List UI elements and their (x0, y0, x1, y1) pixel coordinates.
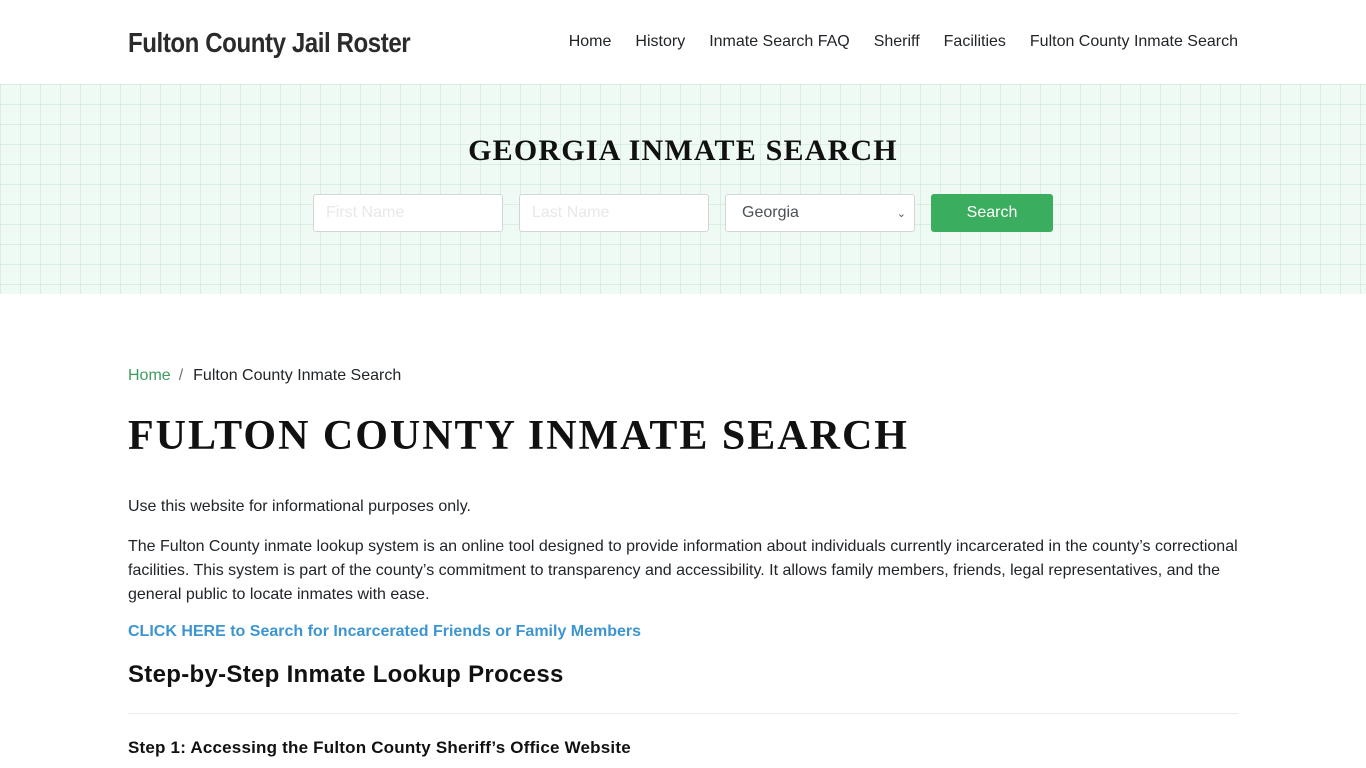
nav-home[interactable]: Home (569, 33, 612, 51)
chevron-down-icon: ⌄ (896, 207, 906, 220)
breadcrumb-separator: / (178, 367, 184, 384)
section-title: Step-by-Step Inmate Lookup Process (128, 661, 564, 689)
inmate-search-form: Georgia ⌄ Search (313, 194, 1053, 232)
breadcrumb-home[interactable]: Home (128, 367, 171, 385)
last-name-input[interactable] (519, 194, 709, 232)
search-button[interactable]: Search (931, 194, 1053, 232)
page-title: FULTON COUNTY INMATE SEARCH (128, 413, 909, 459)
disclaimer-text: Use this website for informational purpo… (128, 498, 471, 516)
site-logo[interactable]: Fulton County Jail Roster (128, 27, 411, 59)
breadcrumb-current: Fulton County Inmate Search (193, 367, 402, 384)
breadcrumb: Home / Fulton County Inmate Search (128, 367, 1238, 385)
main-content: Home / Fulton County Inmate Search FULTO… (0, 294, 1366, 758)
search-hero: GEORGIA INMATE SEARCH Georgia ⌄ Search (0, 84, 1366, 294)
nav-facilities[interactable]: Facilities (944, 33, 1006, 51)
site-header: Fulton County Jail Roster Home History I… (0, 0, 1366, 84)
state-select-value: Georgia (742, 204, 799, 221)
step-1-title: Step 1: Accessing the Fulton County Sher… (128, 738, 631, 758)
nav-history[interactable]: History (635, 33, 685, 51)
main-nav: Home History Inmate Search FAQ Sheriff F… (545, 33, 1238, 51)
nav-fulton-county-inmate-search[interactable]: Fulton County Inmate Search (1030, 33, 1238, 51)
nav-sheriff[interactable]: Sheriff (874, 33, 920, 51)
section-divider (128, 713, 1238, 715)
hero-title: GEORGIA INMATE SEARCH (468, 134, 898, 167)
search-cta-link[interactable]: CLICK HERE to Search for Incarcerated Fr… (128, 623, 641, 641)
state-select[interactable]: Georgia ⌄ (725, 194, 915, 232)
first-name-input[interactable] (313, 194, 503, 232)
nav-inmate-search-faq[interactable]: Inmate Search FAQ (709, 33, 850, 51)
intro-paragraph: The Fulton County inmate lookup system i… (128, 538, 1238, 604)
